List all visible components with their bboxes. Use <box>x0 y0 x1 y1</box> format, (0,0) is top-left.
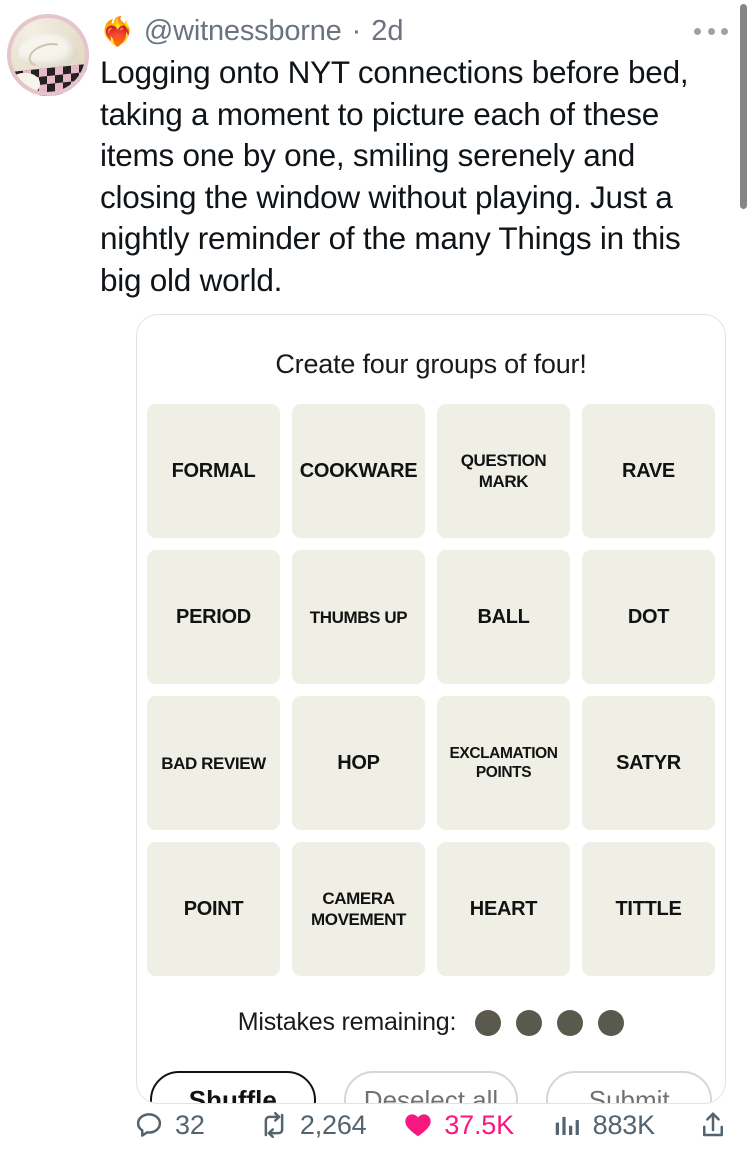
views-button[interactable]: 883K <box>552 1110 698 1141</box>
game-tile-grid: FORMAL COOKWARE QUESTION MARK RAVE PERIO… <box>137 380 725 976</box>
game-tile[interactable]: EXCLAMATION POINTS <box>437 696 570 830</box>
share-icon <box>703 1112 723 1137</box>
repost-button[interactable]: 2,264 <box>259 1110 403 1141</box>
separator-dot: · <box>351 14 362 47</box>
reply-count: 32 <box>175 1109 205 1140</box>
post-header-content: ❤️‍🔥 @witnessborne · 2d Logging onto NYT… <box>96 12 750 301</box>
connections-game-card: Create four groups of four! FORMAL COOKW… <box>136 314 726 1104</box>
post-timestamp[interactable]: 2d <box>371 15 403 48</box>
reply-button[interactable]: 32 <box>134 1110 259 1141</box>
game-tile-label: COOKWARE <box>299 460 418 482</box>
game-tile[interactable]: HEART <box>437 842 570 976</box>
game-tile-label: CAMERA MOVEMENT <box>310 889 407 929</box>
tweet-post: ❤️‍🔥 @witnessborne · 2d Logging onto NYT… <box>0 0 750 1157</box>
game-tile-label: BAD REVIEW <box>161 753 266 773</box>
game-tile[interactable]: POINT <box>147 842 280 976</box>
game-tile-label: PERIOD <box>176 606 251 628</box>
mistake-dot <box>598 1009 625 1036</box>
mistakes-remaining-label: Mistakes remaining: <box>237 1008 457 1036</box>
game-tile[interactable]: QUESTION MARK <box>437 404 570 538</box>
game-tile-label: THUMBS UP <box>309 607 408 627</box>
mistake-dot <box>557 1009 584 1036</box>
game-tile[interactable]: PERIOD <box>147 550 280 684</box>
heart-icon <box>405 1114 432 1137</box>
like-button[interactable]: 37.5K <box>403 1110 551 1141</box>
game-tile-label: POINT <box>183 898 244 920</box>
game-tile-label: FORMAL <box>171 460 256 482</box>
game-tile-label: SATYR <box>616 752 681 774</box>
game-tile[interactable]: SATYR <box>582 696 715 830</box>
game-tile-label: DOT <box>627 606 670 628</box>
reply-icon <box>136 1113 162 1137</box>
game-tile-label: RAVE <box>622 460 675 482</box>
game-tile[interactable]: CAMERA MOVEMENT <box>292 842 425 976</box>
shuffle-button[interactable]: Shuffle <box>149 1071 316 1103</box>
analytics-icon <box>555 1116 579 1135</box>
scrollbar-track[interactable] <box>738 0 750 1157</box>
mistakes-remaining-row: Mistakes remaining: <box>137 1008 725 1037</box>
game-tile[interactable]: HOP <box>292 696 425 830</box>
game-instruction: Create four groups of four! <box>275 349 587 379</box>
mistake-dot <box>516 1009 543 1036</box>
engagement-bar: 32 2,264 37.5K 883K <box>0 1103 750 1147</box>
game-tile[interactable]: RAVE <box>582 404 715 538</box>
post-text: Logging onto NYT connections before bed,… <box>100 54 697 298</box>
share-button[interactable] <box>698 1110 728 1140</box>
game-tile[interactable]: COOKWARE <box>292 404 425 538</box>
author-handle[interactable]: @witnessborne <box>144 15 342 48</box>
game-tile-label: HEART <box>469 898 538 920</box>
game-action-buttons: Shuffle Deselect all Submit <box>137 1071 725 1103</box>
game-tile[interactable]: BALL <box>437 550 570 684</box>
game-tile[interactable]: TITTLE <box>582 842 715 976</box>
game-tile-label: BALL <box>477 606 530 628</box>
game-tile-label: TITTLE <box>615 898 682 920</box>
avatar-ring <box>7 14 89 96</box>
deselect-all-button[interactable]: Deselect all <box>343 1071 519 1103</box>
more-dot <box>707 27 715 35</box>
more-dot <box>721 27 728 35</box>
heart-on-fire-icon: ❤️‍🔥 <box>100 16 135 47</box>
mistake-dot <box>475 1009 502 1036</box>
like-count: 37.5K <box>444 1109 514 1140</box>
repost-icon <box>264 1112 284 1138</box>
avatar-container <box>0 12 96 96</box>
game-tile-label: HOP <box>337 752 380 774</box>
game-tile[interactable]: BAD REVIEW <box>147 696 280 830</box>
scrollbar-thumb[interactable] <box>740 4 747 209</box>
avatar[interactable] <box>7 14 89 96</box>
more-options-icon[interactable] <box>694 20 728 42</box>
game-tile[interactable]: THUMBS UP <box>292 550 425 684</box>
submit-button[interactable]: Submit <box>546 1071 713 1103</box>
game-tile-label: QUESTION MARK <box>460 451 547 491</box>
game-tile[interactable]: FORMAL <box>147 404 280 538</box>
author-line: ❤️‍🔥 @witnessborne · 2d <box>96 12 736 50</box>
repost-count: 2,264 <box>299 1109 367 1140</box>
game-tile-label: EXCLAMATION POINTS <box>449 745 558 781</box>
game-tile[interactable]: DOT <box>582 550 715 684</box>
views-count: 883K <box>592 1109 655 1140</box>
more-dot <box>694 27 701 35</box>
post-header: ❤️‍🔥 @witnessborne · 2d Logging onto NYT… <box>0 8 750 301</box>
